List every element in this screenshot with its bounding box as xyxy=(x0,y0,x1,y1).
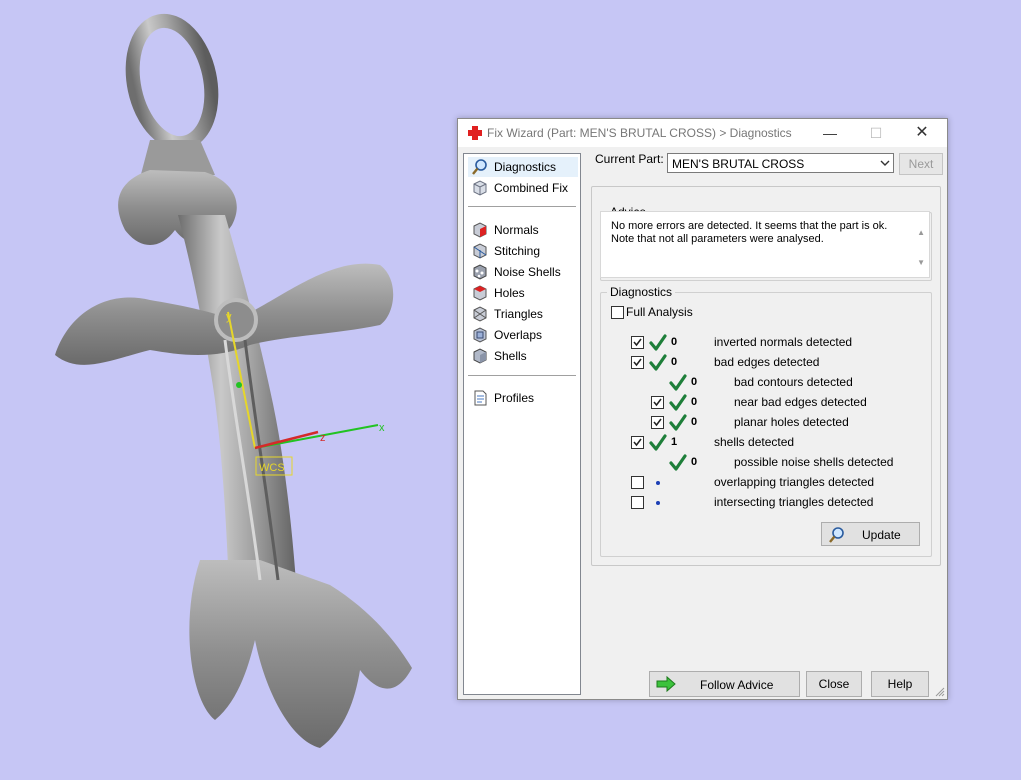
current-part-select[interactable]: MEN'S BRUTAL CROSS xyxy=(667,153,894,173)
green-check-icon xyxy=(669,394,687,411)
nav-label: Normals xyxy=(494,223,539,237)
nav-separator xyxy=(468,206,576,207)
cube-icon xyxy=(473,180,487,196)
nav-item-profiles[interactable]: Profiles xyxy=(468,388,578,408)
diagnostics-title: Diagnostics xyxy=(610,285,673,299)
close-button[interactable]: Close xyxy=(806,671,862,697)
fix-nav-panel: Diagnostics Combined Fix Normals Stitchi… xyxy=(463,153,581,695)
row-count: 0 xyxy=(691,456,698,468)
nav-item-noise-shells[interactable]: Noise Shells xyxy=(468,262,578,282)
green-check-icon xyxy=(649,434,667,451)
current-part-value: MEN'S BRUTAL CROSS xyxy=(672,157,805,171)
nav-item-shells[interactable]: Shells xyxy=(468,346,578,366)
nav-item-stitching[interactable]: Stitching xyxy=(468,241,578,261)
magnifier-icon xyxy=(472,159,487,175)
wcs-label: WCS xyxy=(259,462,285,474)
row-checkbox[interactable] xyxy=(631,356,644,369)
row-checkbox[interactable] xyxy=(651,396,664,409)
full-analysis-label: Full Analysis xyxy=(626,305,693,319)
titlebar[interactable]: Fix Wizard (Part: MEN'S BRUTAL CROSS) > … xyxy=(458,119,947,147)
minimize-button[interactable]: — xyxy=(807,119,853,147)
close-window-button[interactable]: ✕ xyxy=(899,119,945,147)
row-label: bad edges detected xyxy=(714,355,820,369)
nav-label: Shells xyxy=(494,349,527,363)
row-checkbox[interactable] xyxy=(631,436,644,449)
magnifier-icon xyxy=(829,527,844,543)
nav-item-combined-fix[interactable]: Combined Fix xyxy=(468,178,578,198)
green-check-icon xyxy=(669,374,687,391)
advice-text: No more errors are detected. It seems th… xyxy=(611,220,888,245)
nav-label: Holes xyxy=(494,286,525,300)
green-check-icon xyxy=(649,334,667,351)
document-icon xyxy=(474,390,487,406)
advice-text-box[interactable]: No more errors are detected. It seems th… xyxy=(600,211,930,278)
axis-x-label: x xyxy=(379,422,385,434)
axis-z-label: z xyxy=(320,432,326,444)
triangles-icon xyxy=(473,306,487,322)
full-analysis-checkbox[interactable] xyxy=(611,306,624,319)
axis-y-label: y xyxy=(226,311,232,323)
row-count: 0 xyxy=(691,376,698,388)
nav-label: Combined Fix xyxy=(494,181,569,195)
row-label: bad contours detected xyxy=(734,375,853,389)
chevron-down-icon xyxy=(880,160,890,166)
row-checkbox[interactable] xyxy=(631,496,644,509)
blue-dot-icon xyxy=(656,481,660,485)
row-checkbox[interactable] xyxy=(651,416,664,429)
nav-item-holes[interactable]: Holes xyxy=(468,283,578,303)
update-label: Update xyxy=(862,528,901,542)
row-label: intersecting triangles detected xyxy=(714,495,874,509)
row-count: 0 xyxy=(691,416,698,428)
nav-label: Profiles xyxy=(494,391,535,405)
next-button[interactable]: Next xyxy=(899,153,943,175)
row-count: 0 xyxy=(671,356,678,368)
nav-item-diagnostics[interactable]: Diagnostics xyxy=(468,157,578,177)
green-check-icon xyxy=(669,454,687,471)
green-check-icon xyxy=(649,354,667,371)
scroll-down-arrow[interactable]: ▼ xyxy=(917,258,925,267)
row-label: planar holes detected xyxy=(734,415,849,429)
nav-label: Triangles xyxy=(494,307,543,321)
cross-model[interactable] xyxy=(55,13,412,748)
row-label: inverted normals detected xyxy=(714,335,853,349)
cube-hole-icon xyxy=(473,285,487,301)
red-cross-icon xyxy=(468,126,482,140)
cube-red-icon xyxy=(473,222,487,238)
row-label: possible noise shells detected xyxy=(734,455,894,469)
noise-shells-icon xyxy=(473,264,487,280)
follow-advice-label: Follow Advice xyxy=(700,678,774,692)
scroll-up-arrow[interactable]: ▲ xyxy=(917,228,925,237)
row-label: overlapping triangles detected xyxy=(714,475,875,489)
current-part-label: Current Part: xyxy=(595,152,664,166)
row-count: 1 xyxy=(671,436,678,448)
row-count: 0 xyxy=(671,336,678,348)
green-check-icon xyxy=(669,414,687,431)
row-checkbox[interactable] xyxy=(631,476,644,489)
overlaps-icon xyxy=(473,327,487,343)
blue-dot-icon xyxy=(656,501,660,505)
maximize-button[interactable]: ☐ xyxy=(853,119,899,147)
fix-wizard-dialog: Fix Wizard (Part: MEN'S BRUTAL CROSS) > … xyxy=(457,118,948,700)
row-label: shells detected xyxy=(714,435,795,449)
row-count: 0 xyxy=(691,396,698,408)
nav-label: Overlaps xyxy=(494,328,543,342)
dialog-title: Fix Wizard (Part: MEN'S BRUTAL CROSS) > … xyxy=(487,126,792,140)
cube-stitch-icon xyxy=(473,243,487,259)
update-button[interactable]: Update xyxy=(821,522,920,546)
nav-item-overlaps[interactable]: Overlaps xyxy=(468,325,578,345)
follow-advice-button[interactable]: Follow Advice xyxy=(649,671,800,697)
row-label: near bad edges detected xyxy=(734,395,867,409)
help-button[interactable]: Help xyxy=(871,671,929,697)
nav-label: Noise Shells xyxy=(494,265,561,279)
nav-item-triangles[interactable]: Triangles xyxy=(468,304,578,324)
arrow-right-icon xyxy=(656,675,676,693)
nav-label: Stitching xyxy=(494,244,541,258)
resize-grip-icon[interactable] xyxy=(935,687,945,697)
nav-item-normals[interactable]: Normals xyxy=(468,220,578,240)
row-checkbox[interactable] xyxy=(631,336,644,349)
nav-label: Diagnostics xyxy=(494,160,557,174)
nav-separator xyxy=(468,375,576,376)
shells-icon xyxy=(473,348,487,364)
